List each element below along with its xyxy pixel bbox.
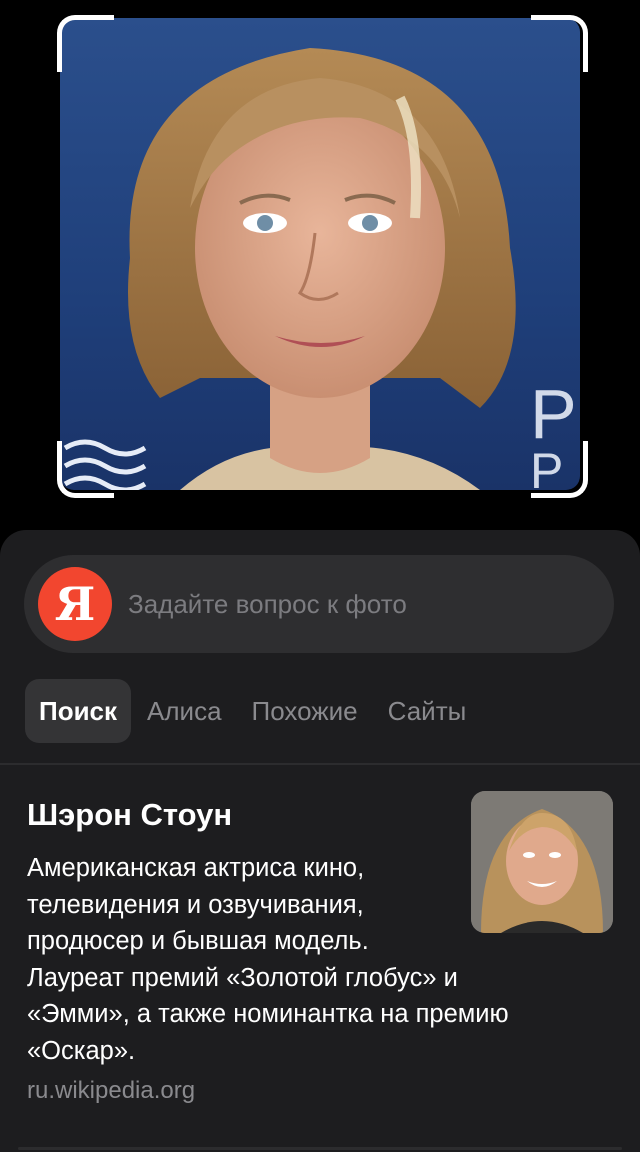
screen: P P Я Задайте вопрос к фото Поиск Алиса … <box>0 0 640 1152</box>
tab-sites[interactable]: Сайты <box>374 679 481 743</box>
result-thumbnail-image <box>471 791 613 933</box>
crop-corner-bottom-right[interactable] <box>531 441 588 498</box>
tab-search[interactable]: Поиск <box>25 679 132 743</box>
description-line: «Оскар». <box>27 1036 136 1065</box>
crop-corner-top-right[interactable] <box>531 15 588 72</box>
yandex-logo-icon[interactable]: Я <box>38 567 112 641</box>
tab-similar[interactable]: Похожие <box>238 679 372 743</box>
crop-corner-bottom-left[interactable] <box>57 441 114 498</box>
results-sheet: Я Задайте вопрос к фото Поиск Алиса Похо… <box>0 530 640 1152</box>
result-title[interactable]: Шэрон Стоун <box>27 797 232 833</box>
photo-question-input[interactable]: Я Задайте вопрос к фото <box>24 555 614 653</box>
crop-corner-top-left[interactable] <box>57 15 114 72</box>
search-placeholder[interactable]: Задайте вопрос к фото <box>128 589 407 620</box>
divider <box>0 763 640 765</box>
result-thumbnail[interactable] <box>471 791 613 933</box>
tab-alice[interactable]: Алиса <box>133 679 236 743</box>
description-line: Лауреат премий «Золотой глобус» и <box>27 963 458 992</box>
query-photo-image: P P <box>63 48 577 490</box>
result-source-link[interactable]: ru.wikipedia.org <box>27 1077 195 1105</box>
description-line: «Эмми», а также номинантка на премию <box>27 1000 509 1028</box>
tab-bar: Поиск Алиса Похожие Сайты <box>25 679 482 743</box>
query-photo[interactable]: P P <box>60 18 580 490</box>
divider <box>18 1147 622 1150</box>
